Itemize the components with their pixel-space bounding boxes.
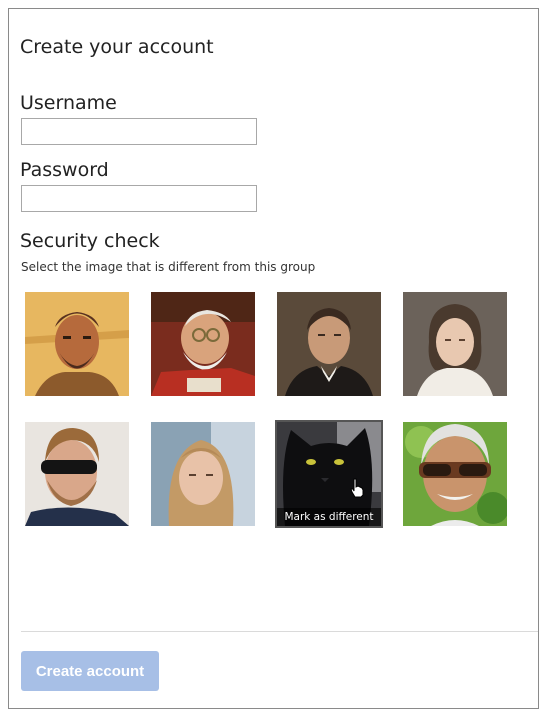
- captcha-image-2[interactable]: [151, 292, 255, 396]
- hand-pointer-icon: [350, 478, 364, 498]
- username-input[interactable]: [21, 118, 257, 145]
- captcha-image-3[interactable]: [277, 292, 381, 396]
- page-title: Create your account: [20, 36, 214, 58]
- captcha-image-6[interactable]: [151, 422, 255, 526]
- captcha-image-5[interactable]: [25, 422, 129, 526]
- portrait-man-dark-coat-icon: [277, 292, 381, 396]
- captcha-image-4[interactable]: [403, 292, 507, 396]
- captcha-image-7[interactable]: Mark as different: [275, 420, 383, 528]
- photo-man-sunglasses-icon: [25, 422, 129, 526]
- mark-as-different-overlay[interactable]: Mark as different: [277, 508, 381, 526]
- security-instruction: Select the image that is different from …: [21, 260, 316, 274]
- photo-young-woman-icon: [151, 422, 255, 526]
- painting-bearded-man-icon: [25, 292, 129, 396]
- password-input[interactable]: [21, 185, 257, 212]
- painting-man-with-spectacles-icon: [151, 292, 255, 396]
- captcha-image-8[interactable]: [403, 422, 507, 526]
- portrait-child-icon: [403, 292, 507, 396]
- password-label: Password: [20, 159, 109, 181]
- captcha-image-1[interactable]: [25, 292, 129, 396]
- footer-divider: [21, 631, 538, 632]
- security-check-title: Security check: [20, 230, 160, 252]
- username-label: Username: [20, 92, 117, 114]
- photo-older-man-sunglasses-icon: [403, 422, 507, 526]
- create-account-button[interactable]: Create account: [21, 651, 159, 691]
